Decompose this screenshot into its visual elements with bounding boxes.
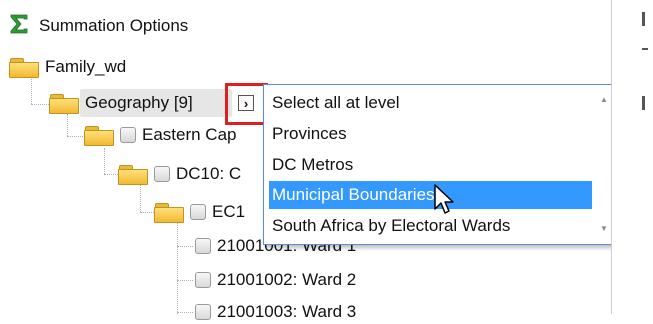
tree-item-label: 21001003: Ward 3 (217, 302, 357, 321)
highlight-box (225, 83, 268, 125)
panel-edge-mark (642, 96, 645, 110)
tree-item-node[interactable]: Eastern Cap (84, 123, 237, 147)
tree-item-node[interactable]: DC10: C (118, 162, 241, 186)
dropdown-option-selected[interactable]: Municipal Boundaries (269, 181, 592, 209)
tree-item-label: 21001002: Ward 2 (217, 270, 357, 289)
checkbox-icon[interactable] (195, 238, 211, 254)
tree-item-label: Eastern Cap (142, 125, 237, 144)
checkbox-icon[interactable] (195, 304, 211, 320)
dropdown-option[interactable]: South Africa by Electoral Wards (269, 212, 592, 240)
tree-item-node[interactable]: 21001003: Ward 3 (195, 300, 356, 324)
right-panel (611, 0, 653, 314)
tree-connector (104, 148, 105, 174)
tree-item-label: Summation Options (39, 16, 189, 35)
dropdown-option[interactable]: DC Metros (269, 151, 592, 179)
tree-connector (177, 246, 193, 247)
tree-item-label: EC1 (212, 202, 246, 221)
tree-connector (140, 184, 141, 212)
scroll-down-arrow-icon[interactable]: ▼ (600, 224, 608, 233)
tree-item-summation-options[interactable]: Summation Options (9, 14, 188, 38)
checkbox-icon[interactable] (190, 204, 206, 220)
checkbox-icon[interactable] (154, 166, 170, 182)
tree-item-label: Geography [9] (85, 93, 193, 112)
folder-icon (9, 57, 39, 78)
dropdown-scrollbar[interactable]: ▲ ▼ (597, 87, 611, 242)
tree-item-family[interactable]: Family_wd (9, 55, 126, 79)
tree-item-geography[interactable]: Geography [9] (49, 91, 193, 115)
mouse-pointer-icon (433, 183, 459, 217)
dropdown-option[interactable]: Provinces (269, 120, 592, 148)
panel-edge-mark (642, 48, 648, 50)
tree-connector (67, 114, 68, 136)
tree-connector (177, 222, 178, 314)
folder-icon (49, 93, 79, 114)
tree-connector (104, 174, 118, 175)
scroll-up-arrow-icon[interactable]: ▲ (600, 95, 608, 104)
dropdown-option[interactable]: Select all at level (269, 89, 592, 117)
tree-item-label: Family_wd (45, 57, 127, 76)
tree-connector (67, 136, 83, 137)
checkbox-icon[interactable] (195, 272, 211, 288)
tree-connector (177, 280, 193, 281)
tree-connector (177, 312, 193, 313)
tree-item-label: DC10: C (176, 164, 242, 183)
tree-item-node[interactable]: 21001002: Ward 2 (195, 268, 356, 292)
folder-icon (154, 202, 184, 223)
checkbox-icon[interactable] (120, 127, 136, 143)
level-select-dropdown[interactable]: Select all at level Provinces DC Metros … (263, 84, 614, 245)
sigma-icon (9, 13, 29, 40)
tree-item-node[interactable]: EC1 (154, 200, 245, 224)
folder-icon (84, 125, 114, 146)
panel-edge-mark (642, 12, 645, 26)
tree-connector (31, 104, 49, 105)
folder-icon (118, 164, 148, 185)
tree-connector (140, 212, 154, 213)
